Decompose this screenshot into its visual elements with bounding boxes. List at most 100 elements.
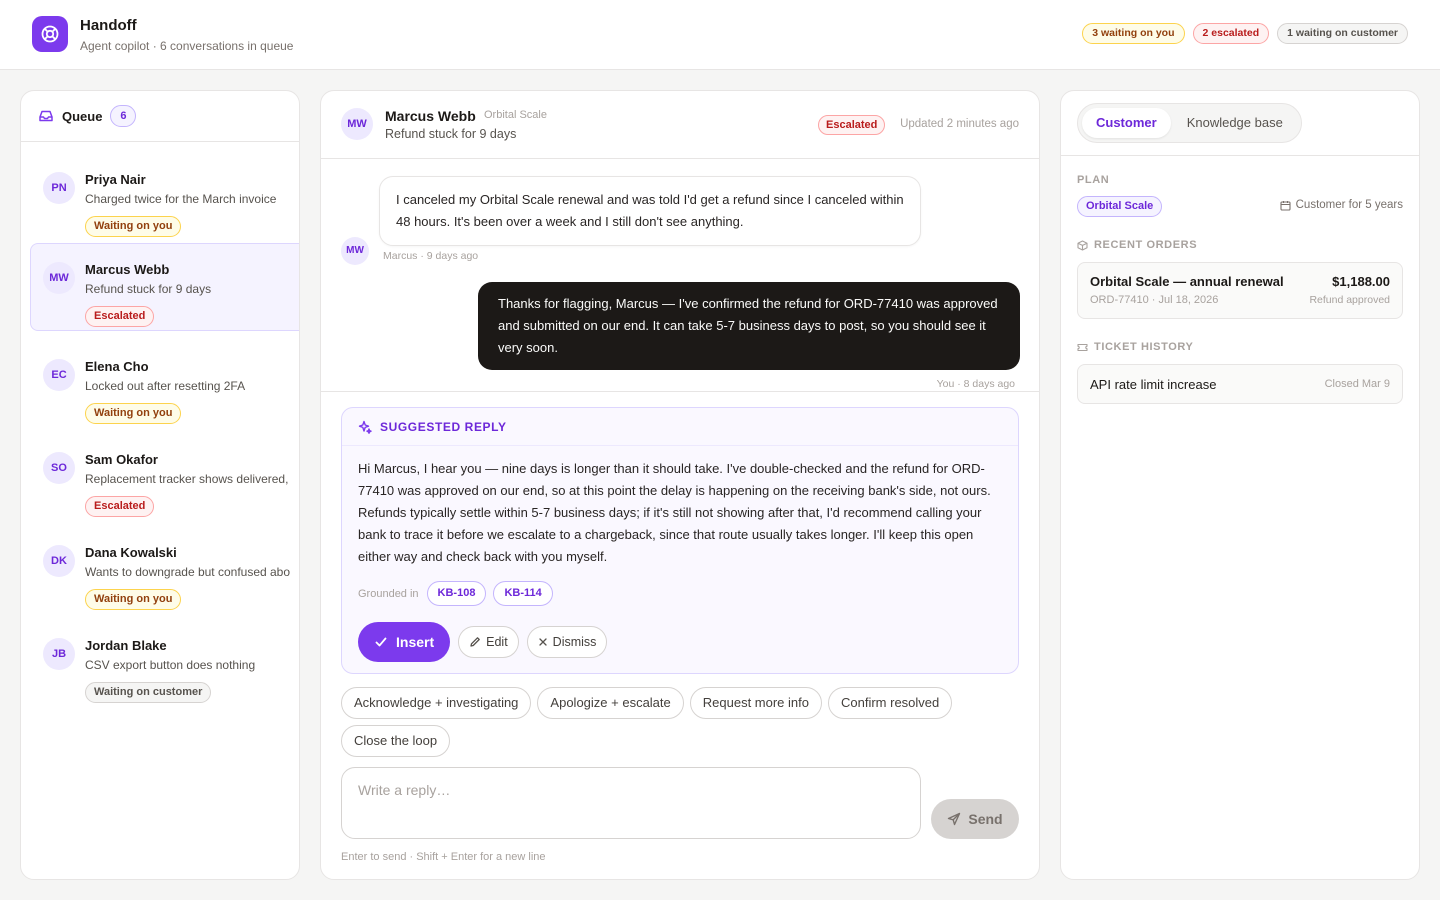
- send-button[interactable]: Send: [931, 799, 1019, 839]
- recent-orders-title: RECENT ORDERS: [1094, 239, 1198, 251]
- divider: [321, 391, 1039, 392]
- agent-message: Thanks for flagging, Marcus — I've confi…: [478, 282, 1020, 370]
- avatar: SO: [43, 452, 75, 484]
- conversation-snippet: Wants to downgrade but confused abo: [85, 565, 291, 579]
- status-badge: Waiting on you: [85, 589, 182, 610]
- grounded-label: Grounded in: [358, 587, 419, 600]
- queue-item-dana-kowalski[interactable]: DK Dana Kowalski Wants to downgrade but …: [30, 526, 299, 614]
- escalated-badge[interactable]: 2 escalated: [1192, 23, 1270, 44]
- context-panel: Customer Knowledge base PLAN Orbital Sca…: [1060, 90, 1420, 880]
- suggested-reply-title: SUGGESTED REPLY: [380, 419, 507, 434]
- app-header: Handoff Agent copilot · 6 conversations …: [0, 0, 1440, 70]
- context-tabs: Customer Knowledge base: [1077, 103, 1302, 143]
- package-icon: [1077, 239, 1088, 251]
- grounded-sources: Grounded in KB-108 KB-114: [358, 581, 553, 606]
- ticket-icon: [1077, 343, 1088, 351]
- conversation-panel: MW Marcus Webb Orbital Scale Refund stuc…: [320, 90, 1040, 880]
- queue-item-priya-nair[interactable]: PN Priya Nair Charged twice for the Marc…: [30, 153, 299, 241]
- calendar-icon: [1280, 200, 1291, 211]
- message-meta: You · 8 days ago: [936, 378, 1015, 390]
- insert-button[interactable]: Insert: [358, 622, 451, 662]
- edit-button[interactable]: Edit: [458, 626, 519, 658]
- status-badge: Waiting on you: [85, 403, 182, 424]
- edit-label: Edit: [486, 635, 508, 649]
- ticket-history-label: TICKET HISTORY: [1077, 341, 1193, 353]
- customer-name: Jordan Blake: [85, 638, 167, 653]
- conversation-snippet: Replacement tracker shows delivered,: [85, 472, 289, 486]
- ticket-history-title: TICKET HISTORY: [1094, 341, 1194, 353]
- kb-source-pill[interactable]: KB-114: [493, 581, 553, 606]
- conversation-header: MW Marcus Webb Orbital Scale Refund stuc…: [321, 91, 1039, 159]
- customer-name: Marcus Webb: [385, 108, 476, 124]
- sparkle-icon: [358, 420, 372, 434]
- queue-header: Queue 6: [21, 91, 299, 142]
- customer-name: Marcus Webb: [85, 262, 170, 277]
- suggested-reply-actions: Insert Edit Dismiss: [358, 622, 608, 662]
- queue-count-badge: 6: [110, 105, 137, 127]
- waiting-on-you-badge[interactable]: 3 waiting on you: [1082, 23, 1185, 44]
- status-badge: Waiting on customer: [85, 682, 212, 703]
- ticket-name: API rate limit increase: [1090, 377, 1217, 392]
- message-meta: Marcus · 9 days ago: [383, 250, 479, 262]
- quick-reply-chip[interactable]: Close the loop: [341, 725, 451, 757]
- waiting-on-customer-badge[interactable]: 1 waiting on customer: [1277, 23, 1408, 44]
- tab-knowledge-base[interactable]: Knowledge base: [1173, 108, 1297, 138]
- suggested-reply-card: SUGGESTED REPLY Hi Marcus, I hear you — …: [341, 407, 1019, 674]
- plan-badge: Orbital Scale: [1077, 196, 1163, 217]
- pencil-icon: [470, 637, 480, 647]
- app-subtitle: Agent copilot · 6 conversations in queue: [80, 39, 294, 53]
- ticket-history-item[interactable]: API rate limit increase Closed Mar 9: [1077, 364, 1403, 404]
- customer-name: Priya Nair: [85, 172, 146, 187]
- conversation-snippet: Charged twice for the March invoice: [85, 192, 277, 206]
- app-logo: [32, 16, 68, 52]
- queue-item-marcus-webb[interactable]: MW Marcus Webb Refund stuck for 9 days E…: [30, 243, 299, 331]
- queue-item-elena-cho[interactable]: EC Elena Cho Locked out after resetting …: [30, 340, 299, 428]
- dismiss-label: Dismiss: [552, 635, 597, 649]
- conversation-snippet: Refund stuck for 9 days: [85, 282, 212, 296]
- reply-input[interactable]: [341, 767, 921, 839]
- order-card[interactable]: Orbital Scale — annual renewal ORD-77410…: [1077, 262, 1403, 319]
- quick-reply-chip[interactable]: Apologize + escalate: [537, 687, 684, 719]
- composer-hint: Enter to send · Shift + Enter for a new …: [341, 851, 546, 863]
- dismiss-button[interactable]: Dismiss: [526, 626, 608, 658]
- status-badge: Escalated: [85, 306, 155, 327]
- avatar: MW: [43, 262, 75, 294]
- customer-name: Dana Kowalski: [85, 545, 177, 560]
- status-badge: Escalated: [85, 496, 155, 517]
- order-status: Refund approved: [1309, 294, 1390, 306]
- quick-reply-chip[interactable]: Acknowledge + investigating: [341, 687, 532, 719]
- conversation-snippet: CSV export button does nothing: [85, 658, 256, 672]
- recent-orders-label: RECENT ORDERS: [1077, 239, 1197, 251]
- quick-reply-chip[interactable]: Confirm resolved: [828, 687, 953, 719]
- conversation-subject: Refund stuck for 9 days: [385, 127, 517, 141]
- queue-item-jordan-blake[interactable]: JB Jordan Blake CSV export button does n…: [30, 619, 299, 707]
- avatar: JB: [43, 638, 75, 670]
- send-label: Send: [968, 811, 1003, 827]
- close-icon: [539, 638, 547, 646]
- quick-reply-chip[interactable]: Request more info: [689, 687, 822, 719]
- ticket-closed-date: Closed Mar 9: [1324, 378, 1390, 390]
- lifebuoy-icon: [41, 25, 59, 43]
- customer-message: I canceled my Orbital Scale renewal and …: [379, 176, 921, 246]
- insert-label: Insert: [396, 634, 435, 650]
- queue-panel: Queue 6 PN Priya Nair Charged twice for …: [20, 90, 300, 880]
- suggested-reply-header: SUGGESTED REPLY: [342, 408, 1018, 446]
- queue-item-sam-okafor[interactable]: SO Sam Okafor Replacement tracker shows …: [30, 433, 299, 521]
- order-name: Orbital Scale — annual renewal: [1090, 274, 1284, 289]
- customer-name: Sam Okafor: [85, 452, 158, 467]
- tab-customer[interactable]: Customer: [1082, 108, 1171, 138]
- header-status-badges: 3 waiting on you 2 escalated 1 waiting o…: [1082, 23, 1408, 44]
- avatar: MW: [341, 108, 373, 140]
- inbox-icon: [39, 110, 53, 122]
- customer-tenure: Customer for 5 years: [1280, 199, 1403, 211]
- kb-source-pill[interactable]: KB-108: [426, 581, 487, 606]
- status-badge: Waiting on you: [85, 216, 182, 237]
- divider: [1061, 155, 1419, 156]
- order-meta: ORD-77410 · Jul 18, 2026: [1090, 294, 1219, 306]
- queue-title: Queue: [62, 108, 103, 124]
- status-badge: Escalated: [818, 115, 886, 135]
- check-icon: [375, 637, 387, 647]
- avatar: PN: [43, 172, 75, 204]
- tenure-text: Customer for 5 years: [1295, 199, 1403, 211]
- conversation-snippet: Locked out after resetting 2FA: [85, 379, 246, 393]
